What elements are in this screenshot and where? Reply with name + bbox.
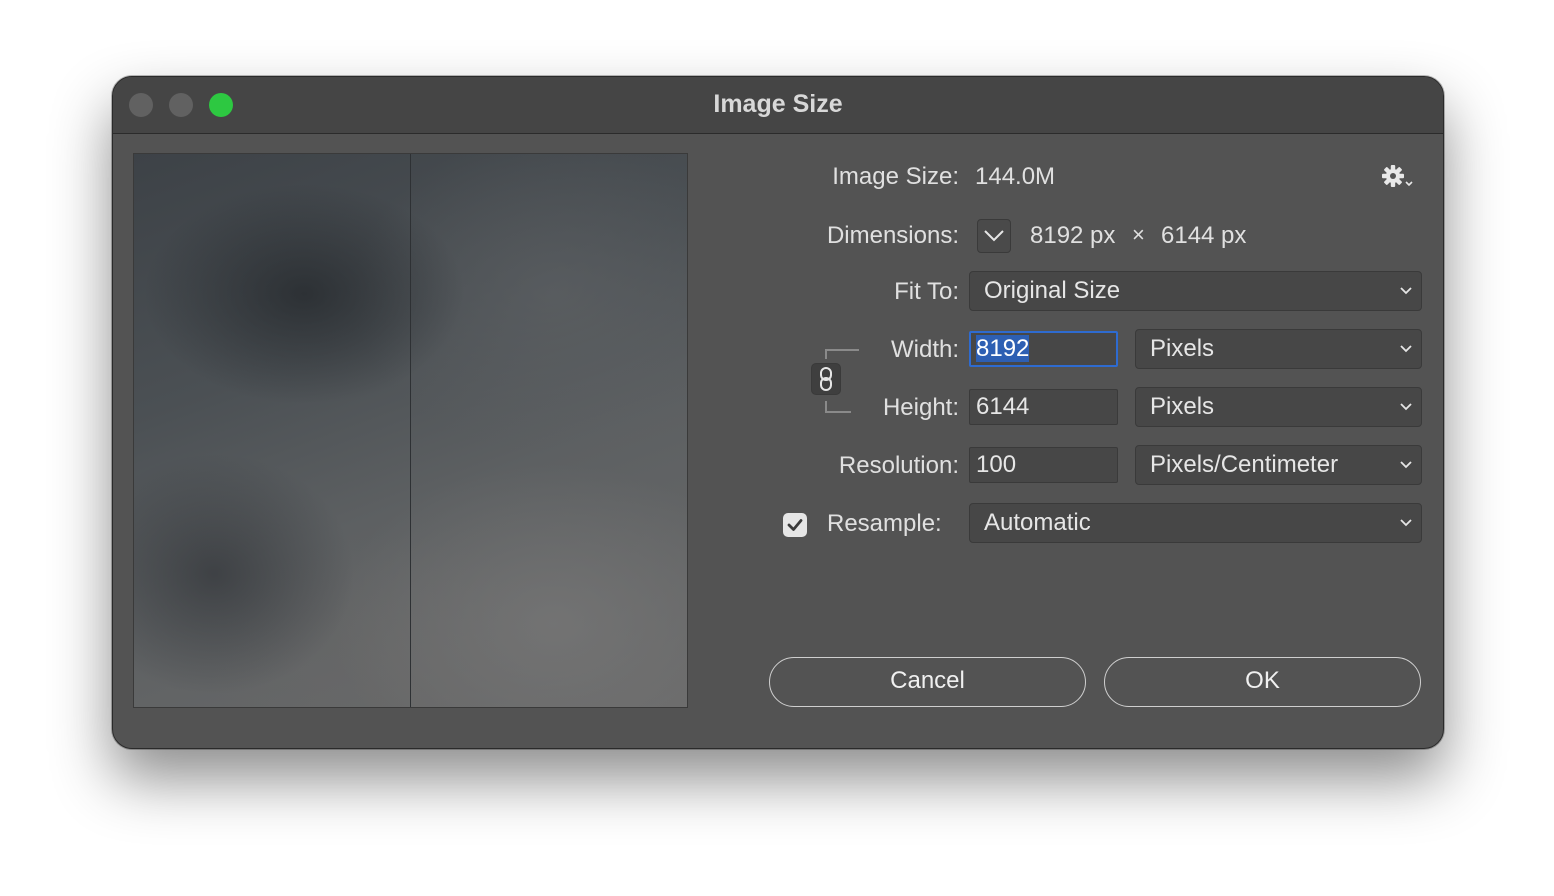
window-title: Image Size [713, 90, 843, 118]
height-unit-dropdown[interactable]: Pixels [1135, 387, 1422, 427]
resample-label: Resample: [827, 510, 942, 537]
resolution-input[interactable]: 100 [969, 447, 1118, 483]
dimensions-label: Dimensions: [826, 222, 959, 249]
preview-divider [410, 154, 411, 707]
settings-gear-button[interactable] [1381, 163, 1417, 191]
image-preview[interactable] [133, 153, 688, 708]
width-value: 8192 [976, 335, 1030, 362]
chevron-down-icon [1400, 403, 1412, 411]
height-input[interactable]: 6144 [969, 389, 1118, 425]
resolution-unit-dropdown[interactable]: Pixels/Centimeter [1135, 445, 1422, 485]
title-bar: Image Size [113, 77, 1443, 134]
dimensions-height-value: 6144 px [1161, 222, 1247, 249]
resolution-unit-value: Pixels/Centimeter [1150, 451, 1339, 478]
resample-method-dropdown[interactable]: Automatic [969, 503, 1422, 543]
image-size-dialog: Image Size Image Size: 144.0M Dimensions… [112, 76, 1444, 749]
chevron-down-icon [984, 230, 1004, 242]
dimensions-separator: × [1132, 222, 1145, 247]
fit-to-dropdown[interactable]: Original Size [969, 271, 1422, 311]
fit-to-value: Original Size [984, 277, 1121, 304]
dimensions-width-value: 8192 px [1030, 222, 1116, 249]
constrain-proportions-button[interactable] [811, 363, 841, 395]
chevron-down-icon [1400, 287, 1412, 295]
resolution-value: 100 [976, 451, 1017, 478]
checkmark-icon [787, 519, 803, 531]
width-input[interactable]: 8192 [969, 331, 1118, 367]
width-unit-value: Pixels [1150, 335, 1215, 362]
resample-method-value: Automatic [984, 509, 1091, 536]
image-size-value: 144.0M [975, 163, 1056, 190]
ok-button[interactable]: OK [1104, 657, 1421, 707]
height-value: 6144 [976, 393, 1030, 420]
height-label: Height: [882, 394, 959, 421]
image-size-label: Image Size: [832, 163, 959, 190]
chevron-down-icon [1400, 345, 1412, 353]
link-icon [820, 367, 832, 391]
gear-icon [1382, 165, 1413, 187]
resample-checkbox[interactable] [783, 513, 807, 537]
cancel-button[interactable]: Cancel [769, 657, 1086, 707]
dimensions-unit-toggle[interactable] [977, 219, 1011, 253]
fit-to-label: Fit To: [894, 278, 959, 305]
width-label: Width: [890, 336, 959, 363]
chevron-down-icon [1400, 461, 1412, 469]
width-unit-dropdown[interactable]: Pixels [1135, 329, 1422, 369]
resolution-label: Resolution: [838, 452, 959, 479]
chevron-down-icon [1400, 519, 1412, 527]
height-unit-value: Pixels [1150, 393, 1215, 420]
